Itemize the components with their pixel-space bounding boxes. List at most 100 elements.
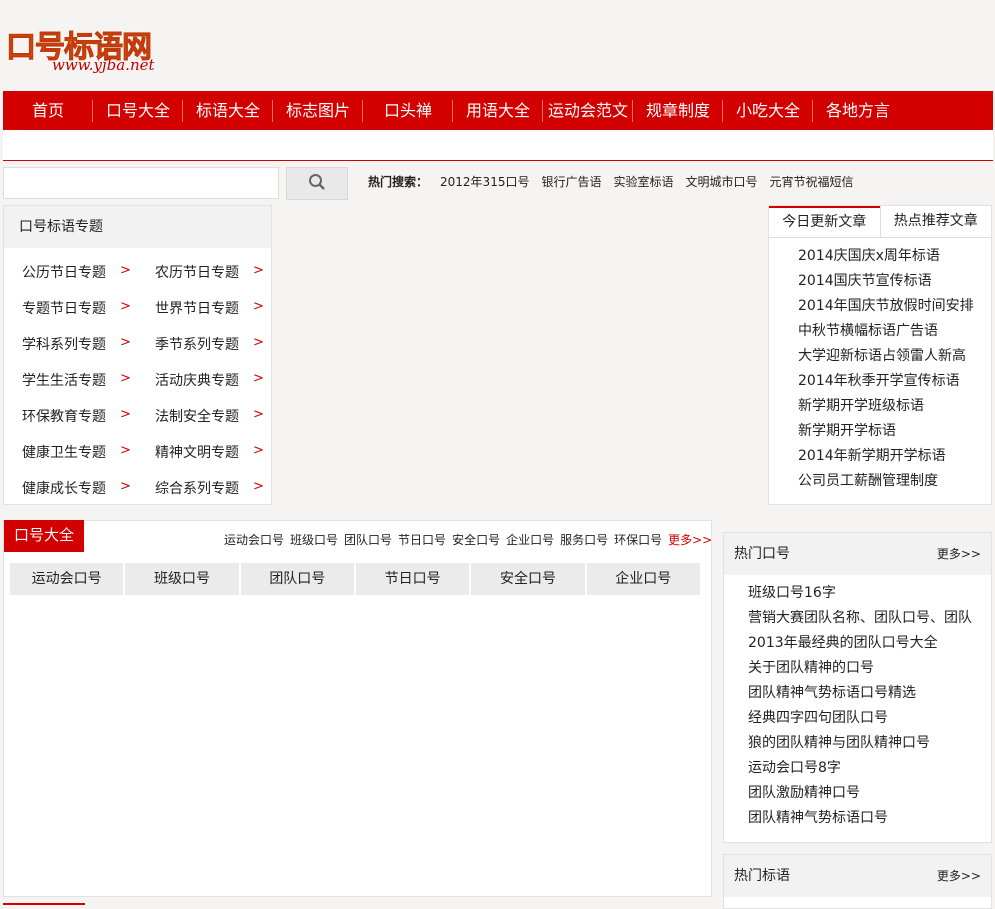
- search-input[interactable]: [3, 167, 279, 199]
- main-nav: 首页 口号大全 标语大全 标志图片 口头禅 用语大全 运动会范文 规章制度 小吃…: [3, 91, 993, 130]
- hot-search: 热门搜索： 2012年315口号 银行广告语 实验室标语 文明城市口号 元宵节祝…: [368, 173, 854, 190]
- topic-link[interactable]: 综合系列专题 >: [155, 474, 288, 510]
- article-link[interactable]: 2014年国庆节放假时间安排: [798, 294, 991, 319]
- search-button[interactable]: [286, 167, 348, 200]
- nav-dialects[interactable]: 各地方言: [813, 91, 903, 130]
- kouhao-category-link[interactable]: 企业口号: [506, 531, 554, 548]
- hot-search-term[interactable]: 文明城市口号: [686, 173, 758, 190]
- chevron-right-icon: >: [253, 443, 264, 458]
- hot-search-term[interactable]: 银行广告语: [541, 173, 601, 190]
- topic-link[interactable]: 健康成长专题 >: [22, 474, 155, 510]
- chevron-right-icon: >: [120, 407, 131, 422]
- sub-nav-bar: [3, 130, 993, 161]
- chevron-right-icon: >: [253, 263, 264, 278]
- article-link[interactable]: 新学期开学标语: [798, 419, 991, 444]
- hot-kouhao-link[interactable]: 狼的团队精神与团队精神口号: [748, 731, 991, 756]
- nav-yongyu[interactable]: 用语大全: [453, 91, 543, 130]
- kouhao-category-link[interactable]: 运动会口号: [224, 531, 284, 548]
- chevron-right-icon: >: [120, 263, 131, 278]
- kouhao-category-link[interactable]: 安全口号: [452, 531, 500, 548]
- chevron-right-icon: >: [120, 371, 131, 386]
- nav-home[interactable]: 首页: [3, 91, 93, 130]
- kouhao-tab[interactable]: 节日口号: [355, 563, 470, 595]
- site-logo[interactable]: 口号标语网 www.yjba.net: [6, 22, 166, 80]
- kouhao-category-link[interactable]: 服务口号: [560, 531, 608, 548]
- kouhao-more-link[interactable]: 更多>>: [668, 531, 712, 548]
- chevron-right-icon: >: [253, 299, 264, 314]
- nav-koutouchan[interactable]: 口头禅: [363, 91, 453, 130]
- topic-link[interactable]: 活动庆典专题 >: [155, 366, 288, 402]
- chevron-right-icon: >: [120, 479, 131, 494]
- kouhao-category-link[interactable]: 班级口号: [290, 531, 338, 548]
- hot-search-term[interactable]: 元宵节祝福短信: [770, 173, 854, 190]
- kouhao-tab[interactable]: 运动会口号: [10, 563, 124, 595]
- kouhao-category-link[interactable]: 环保口号: [614, 531, 662, 548]
- hot-kouhao-link[interactable]: 团队激励精神口号: [748, 781, 991, 806]
- kouhao-tab[interactable]: 企业口号: [586, 563, 700, 595]
- topic-link[interactable]: 健康卫生专题 >: [22, 438, 155, 474]
- kouhao-tab[interactable]: 安全口号: [471, 563, 585, 595]
- hot-biaoyu-more[interactable]: 更多>>: [937, 855, 981, 897]
- chevron-right-icon: >: [253, 335, 264, 350]
- topics-title: 口号标语专题: [4, 206, 271, 248]
- chevron-right-icon: >: [253, 407, 264, 422]
- hot-kouhao-more[interactable]: 更多>>: [937, 533, 981, 575]
- kouhao-panel: 口号大全 运动会口号 班级口号 团队口号 节日口号 安全口号 企业口号 服务口号…: [3, 520, 712, 897]
- article-link[interactable]: 2014庆国庆x周年标语: [798, 244, 991, 269]
- nav-snacks[interactable]: 小吃大全: [723, 91, 813, 130]
- hot-search-label: 热门搜索：: [368, 175, 429, 189]
- kouhao-category-link[interactable]: 团队口号: [344, 531, 392, 548]
- chevron-right-icon: >: [120, 443, 131, 458]
- topic-link[interactable]: 学科系列专题 >: [22, 330, 155, 366]
- hot-kouhao-link[interactable]: 经典四字四句团队口号: [748, 706, 991, 731]
- topic-link[interactable]: 公历节日专题 >: [22, 258, 155, 294]
- hot-kouhao-link[interactable]: 运动会口号8字: [748, 756, 991, 781]
- hot-biaoyu-box: 热门标语 更多>>: [723, 854, 992, 909]
- tab-today-updates[interactable]: 今日更新文章: [769, 206, 880, 237]
- nav-biaoyu[interactable]: 标语大全: [183, 91, 273, 130]
- topic-link[interactable]: 环保教育专题 >: [22, 402, 155, 438]
- hot-kouhao-title: 热门口号: [734, 546, 790, 562]
- topic-link[interactable]: 学生生活专题 >: [22, 366, 155, 402]
- nav-kouhao[interactable]: 口号大全: [93, 91, 183, 130]
- chevron-right-icon: >: [253, 371, 264, 386]
- hot-kouhao-link[interactable]: 团队精神气势标语口号: [748, 806, 991, 831]
- article-link[interactable]: 2014年新学期开学标语: [798, 444, 991, 469]
- topic-link[interactable]: 法制安全专题 >: [155, 402, 288, 438]
- chevron-right-icon: >: [253, 479, 264, 494]
- logo-url: www.yjba.net: [52, 56, 155, 74]
- hot-kouhao-link[interactable]: 团队精神气势标语口号精选: [748, 681, 991, 706]
- article-link[interactable]: 2014国庆节宣传标语: [798, 269, 991, 294]
- articles-panel: 今日更新文章 热点推荐文章 2014庆国庆x周年标语 2014国庆节宣传标语 2…: [768, 205, 992, 505]
- article-link[interactable]: 大学迎新标语占领雷人新高: [798, 344, 991, 369]
- hot-kouhao-link[interactable]: 营销大赛团队名称、团队口号、团队: [748, 606, 991, 631]
- nav-logo-images[interactable]: 标志图片: [273, 91, 363, 130]
- kouhao-tab[interactable]: 班级口号: [125, 563, 239, 595]
- hot-kouhao-box: 热门口号 更多>> 班级口号16字 营销大赛团队名称、团队口号、团队 2013年…: [723, 532, 992, 843]
- hot-kouhao-link[interactable]: 班级口号16字: [748, 581, 991, 606]
- article-link[interactable]: 公司员工薪酬管理制度: [798, 469, 991, 494]
- hot-search-term[interactable]: 2012年315口号: [440, 173, 529, 190]
- kouhao-tab[interactable]: 团队口号: [240, 563, 354, 595]
- topic-link[interactable]: 专题节日专题 >: [22, 294, 155, 330]
- hot-kouhao-link[interactable]: 关于团队精神的口号: [748, 656, 991, 681]
- chevron-right-icon: >: [120, 299, 131, 314]
- hot-biaoyu-title: 热门标语: [734, 868, 790, 884]
- article-link[interactable]: 新学期开学班级标语: [798, 394, 991, 419]
- search-icon: [308, 173, 326, 195]
- hot-search-term[interactable]: 实验室标语: [613, 173, 673, 190]
- nav-sports-essays[interactable]: 运动会范文: [543, 91, 633, 130]
- topic-link[interactable]: 精神文明专题 >: [155, 438, 288, 474]
- kouhao-links: 运动会口号 班级口号 团队口号 节日口号 安全口号 企业口号 服务口号 环保口号…: [224, 531, 712, 548]
- nav-regulations[interactable]: 规章制度: [633, 91, 723, 130]
- topic-link[interactable]: 世界节日专题 >: [155, 294, 288, 330]
- tab-hot-recommend[interactable]: 热点推荐文章: [879, 206, 992, 237]
- hot-kouhao-link[interactable]: 2013年最经典的团队口号大全: [748, 631, 991, 656]
- kouhao-title: 口号大全: [4, 520, 84, 552]
- kouhao-category-link[interactable]: 节日口号: [398, 531, 446, 548]
- topic-link[interactable]: 季节系列专题 >: [155, 330, 288, 366]
- topic-link[interactable]: 农历节日专题 >: [155, 258, 288, 294]
- article-link[interactable]: 中秋节横幅标语广告语: [798, 319, 991, 344]
- article-link[interactable]: 2014年秋季开学宣传标语: [798, 369, 991, 394]
- topics-panel: 口号标语专题 公历节日专题 > 农历节日专题 > 专题节日专题 > 世界节日专题 > 学…: [3, 205, 272, 505]
